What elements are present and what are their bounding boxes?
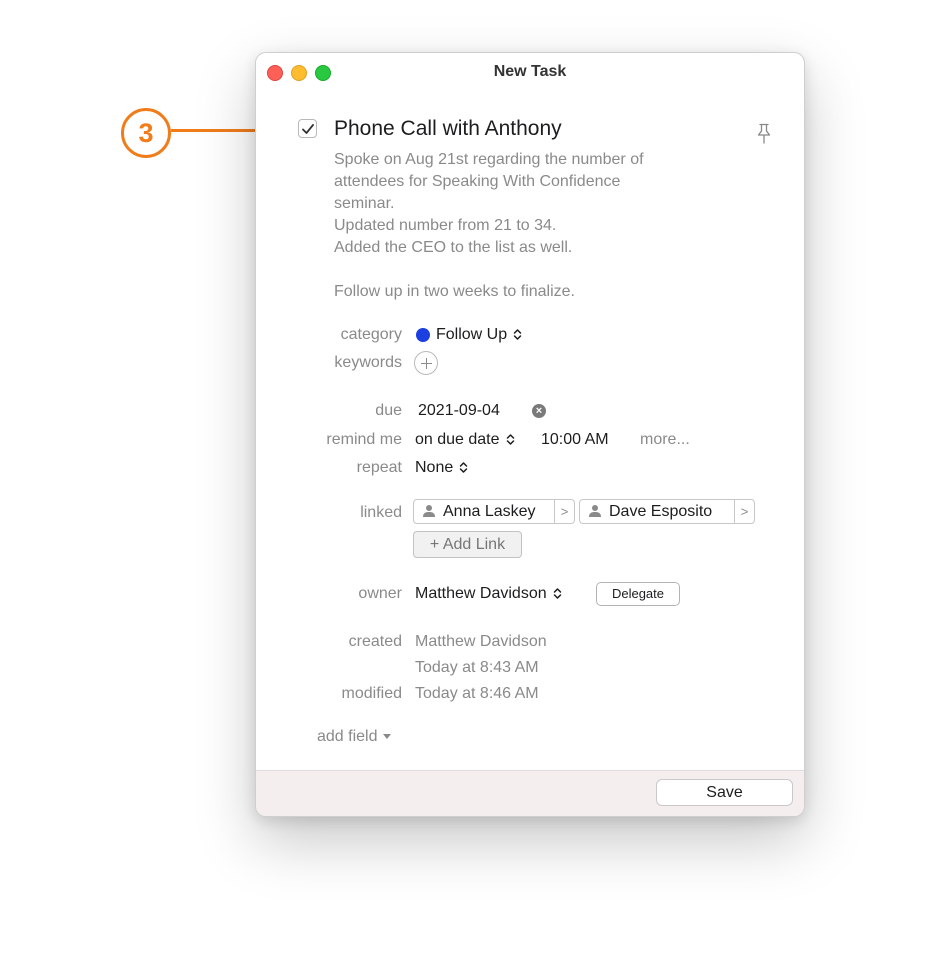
add-keyword-button[interactable] — [414, 351, 438, 375]
pin-icon — [757, 123, 771, 144]
category-popup[interactable]: Follow Up — [436, 326, 522, 344]
callout-leader-line — [171, 129, 265, 132]
owner-popup[interactable]: Matthew Davidson — [415, 585, 562, 603]
modified-label: modified — [341, 685, 402, 702]
save-button[interactable]: Save — [656, 779, 793, 806]
linked-item-name: Dave Esposito — [609, 503, 713, 520]
remind-when-popup[interactable]: on due date — [415, 431, 515, 449]
title-bar: New Task — [256, 53, 804, 91]
repeat-popup[interactable]: None — [415, 459, 468, 477]
add-field-label: add field — [317, 728, 378, 745]
clear-due-date-icon[interactable]: × — [532, 404, 546, 418]
linked-label: linked — [360, 504, 402, 521]
category-label: category — [340, 326, 402, 343]
delegate-button[interactable]: Delegate — [596, 582, 680, 606]
repeat-label: repeat — [356, 459, 402, 476]
repeat-value: None — [415, 459, 454, 476]
linked-item-anna[interactable]: Anna Laskey > — [413, 499, 575, 524]
person-icon — [589, 505, 601, 517]
remind-time-field[interactable]: 10:00 AM — [541, 431, 609, 449]
created-at: Today at 8:43 AM — [415, 659, 539, 676]
checkmark-icon — [302, 124, 314, 134]
remind-more-link[interactable]: more... — [640, 431, 690, 449]
linked-item-dave[interactable]: Dave Esposito > — [579, 499, 755, 524]
chevron-right-icon[interactable]: > — [734, 500, 754, 523]
created-label: created — [348, 633, 402, 650]
linked-item-name: Anna Laskey — [443, 503, 536, 520]
callout-number-badge: 3 — [121, 108, 171, 158]
created-by: Matthew Davidson — [415, 633, 547, 650]
due-date-field[interactable]: 2021-09-04 — [418, 402, 500, 420]
owner-value: Matthew Davidson — [415, 585, 547, 602]
category-value: Follow Up — [436, 326, 508, 343]
chevron-right-icon[interactable]: > — [554, 500, 574, 523]
add-field-menu[interactable]: add field — [317, 728, 391, 746]
window-footer: Save — [256, 770, 804, 816]
up-down-chevron-icon — [460, 462, 468, 474]
pin-button[interactable] — [755, 123, 773, 150]
modified-at: Today at 8:46 AM — [415, 685, 539, 702]
category-color-dot — [416, 328, 430, 342]
keywords-label: keywords — [334, 354, 402, 371]
add-link-button[interactable]: + Add Link — [413, 531, 522, 558]
new-task-window: New Task Phone Call with Anthony Spoke o… — [255, 52, 805, 817]
up-down-chevron-icon — [513, 329, 522, 341]
dropdown-triangle-icon — [382, 734, 391, 740]
task-notes[interactable]: Spoke on Aug 21st regarding the number o… — [334, 149, 734, 303]
person-icon — [423, 505, 435, 517]
window-title: New Task — [493, 63, 567, 80]
remind-me-label: remind me — [326, 431, 402, 448]
remind-when-value: on due date — [415, 431, 500, 448]
due-label: due — [375, 402, 402, 419]
up-down-chevron-icon — [506, 434, 514, 446]
owner-label: owner — [358, 585, 402, 602]
task-title[interactable]: Phone Call with Anthony — [334, 117, 562, 141]
up-down-chevron-icon — [553, 588, 561, 600]
task-complete-checkbox[interactable] — [298, 119, 317, 138]
